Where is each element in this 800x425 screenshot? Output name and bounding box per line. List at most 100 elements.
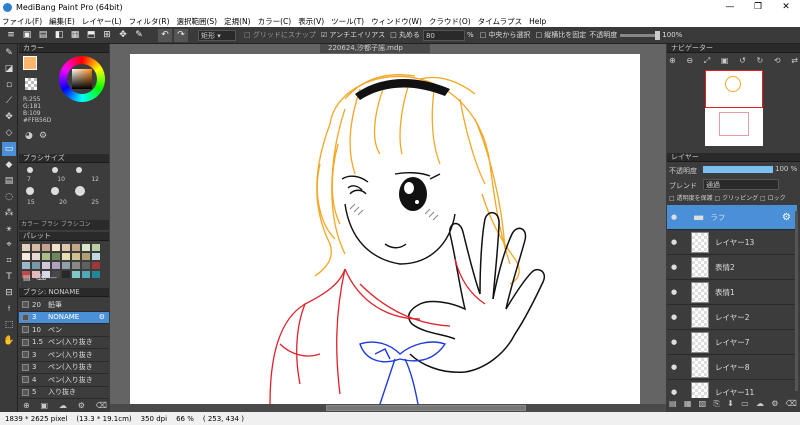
new-halftone-layer-icon[interactable]: ▧ [699, 399, 707, 409]
reset-rotate-icon[interactable]: ⟲ [774, 56, 781, 68]
brush-item[interactable]: 3 NONAME ⚙ [19, 311, 109, 324]
brush-size-7[interactable]: 7 [27, 176, 31, 183]
navigator-preview[interactable] [705, 70, 763, 146]
layer-scrollbar[interactable] [795, 211, 798, 391]
layer-trash-icon[interactable]: ⌫ [786, 399, 797, 409]
layer-opacity-slider[interactable] [703, 166, 773, 173]
hand-tool-icon[interactable]: ✋ [2, 334, 16, 348]
brush-item[interactable]: 3 ペン(入り抜き [19, 349, 109, 362]
brush-size-15[interactable]: 15 [27, 199, 35, 206]
layer-settings-icon[interactable]: ⚙ [771, 399, 778, 409]
palette-swatch[interactable] [42, 244, 50, 251]
visibility-icon[interactable]: ● [667, 238, 681, 246]
palette-swatch[interactable] [32, 253, 40, 260]
palette-swatch[interactable] [22, 262, 30, 269]
palette-swatch[interactable] [32, 262, 40, 269]
palette-trash-icon[interactable]: ⌫ [35, 273, 46, 282]
merge-layer-icon[interactable]: ⬇ [727, 399, 734, 409]
minimize-button[interactable]: — [716, 0, 744, 15]
pen-tool-icon[interactable]: ⟋ [2, 94, 16, 108]
visibility-icon[interactable]: ● [667, 263, 681, 271]
menu-edit[interactable]: 編集(E) [49, 16, 75, 27]
brush-trash-icon[interactable]: ⌫ [96, 401, 107, 410]
zoom-in-icon[interactable]: ⊕ [669, 56, 676, 68]
color-square[interactable] [72, 69, 92, 89]
flip-icon[interactable]: ⇄ [791, 56, 798, 68]
fit-icon[interactable]: ⤢ [704, 56, 710, 68]
layer-row[interactable]: ● レイヤー13 [667, 230, 797, 255]
brush-item-checkbox[interactable] [22, 338, 29, 346]
layer-cloud-icon[interactable]: ☁ [756, 399, 764, 409]
brush-item[interactable]: 20 鉛筆 [19, 299, 109, 312]
layer-folder[interactable]: ● ▬ ラフ ⚙ [667, 205, 797, 230]
new-folder-icon[interactable]: ▭ [741, 399, 749, 409]
rotate-right-icon[interactable]: ↻ [757, 56, 764, 68]
brush-size-25[interactable]: 25 [91, 199, 99, 206]
new-color-layer-icon[interactable]: ▦ [684, 399, 692, 409]
brush-item[interactable]: 4 ペン(入り抜き [19, 374, 109, 387]
menu-help[interactable]: Help [529, 17, 546, 26]
palette-swatch[interactable] [72, 271, 80, 278]
aspect-checkbox[interactable]: □ 縦横比を固定 [535, 30, 586, 40]
transparent-swatch[interactable] [25, 78, 37, 90]
brush-tool-icon[interactable]: ✎ [2, 46, 16, 60]
color-wheel[interactable] [59, 56, 105, 102]
palette-more-icon[interactable]: — [49, 273, 57, 282]
horizontal-scrollbar[interactable] [110, 404, 666, 412]
brush-item[interactable]: 5 入り抜き [19, 387, 109, 399]
layer-row[interactable]: ● レイヤー2 [667, 305, 797, 330]
move-tool-icon[interactable]: ✥ [2, 110, 16, 124]
brush-item-checkbox[interactable] [22, 388, 29, 396]
select-pen-tool-icon[interactable]: ⌖ [2, 238, 16, 252]
palette-swatch[interactable] [72, 253, 80, 260]
brush-item-checkbox[interactable] [22, 313, 29, 321]
menu-cloud[interactable]: クラウド(O) [429, 16, 471, 27]
brush-opt-icon[interactable]: ✎ [132, 29, 146, 42]
snap-checkbox[interactable]: □ グリッドにスナップ [244, 30, 316, 40]
layer-row[interactable]: ● レイヤー8 [667, 355, 797, 380]
palette-swatch[interactable] [22, 244, 30, 251]
brush-item-checkbox[interactable] [22, 376, 29, 384]
round-checkbox[interactable]: □ 丸める [390, 30, 420, 40]
visibility-icon[interactable]: ● [667, 388, 681, 396]
canvas[interactable] [130, 54, 640, 404]
layer-settings-gear-icon[interactable]: ⚙ [782, 212, 791, 223]
round-value-input[interactable]: 80 [422, 29, 465, 41]
palette-swatch[interactable] [92, 253, 100, 260]
layer-row[interactable]: ● レイヤー11 [667, 380, 797, 398]
brush-size-20[interactable]: 20 [59, 199, 67, 206]
antialias-checkbox[interactable]: ☑ アンチエイリアス [321, 30, 385, 40]
gradient-tool-icon[interactable]: ▤ [2, 174, 16, 188]
palette-icon[interactable]: ◕ [25, 131, 33, 141]
open-icon[interactable]: ◧ [52, 29, 66, 42]
brush-item-checkbox[interactable] [22, 301, 29, 309]
brush-copy-icon[interactable]: ▣ [41, 401, 49, 410]
brush-item-settings-icon[interactable]: ⚙ [99, 313, 105, 321]
palette-swatch[interactable] [52, 244, 60, 251]
lock-checkbox[interactable]: □ ロック [760, 195, 786, 202]
palette-swatch[interactable] [72, 262, 80, 269]
brush-item-checkbox[interactable] [22, 351, 29, 359]
wand-tool-icon[interactable]: ⚹ [2, 222, 16, 236]
opacity-slider-thumb[interactable] [655, 30, 661, 40]
panel-tabs[interactable]: カラー ブラシ ブラシコン [19, 220, 109, 230]
palette-swatch[interactable] [42, 262, 50, 269]
center-select-checkbox[interactable]: □ 中央から選択 [480, 30, 531, 40]
visibility-icon[interactable]: ● [667, 363, 681, 371]
palette-swatch[interactable] [82, 253, 90, 260]
menu-tool[interactable]: ツール(T) [331, 16, 364, 27]
palette-file-icon[interactable]: ▤ [23, 273, 31, 282]
eyedropper-tool-icon[interactable]: ⟊ [2, 302, 16, 316]
transform-tool-icon[interactable]: ◇ [2, 126, 16, 140]
menu-timelapse[interactable]: タイムラプス [478, 16, 522, 27]
palette-swatch[interactable] [92, 271, 100, 278]
brush-item-checkbox[interactable] [22, 326, 29, 334]
brush-settings-icon[interactable]: ⚙ [78, 401, 85, 410]
redo-button[interactable]: ↷ [174, 28, 188, 42]
palette-swatch[interactable] [62, 271, 70, 278]
layer-row[interactable]: ● レイヤー7 [667, 330, 797, 355]
brush-item[interactable]: 3 ペン(入り抜き [19, 362, 109, 374]
select-tool-icon[interactable]: ▭ [2, 142, 16, 156]
palette-swatch[interactable] [52, 253, 60, 260]
new-icon[interactable]: ▦ [68, 29, 82, 42]
